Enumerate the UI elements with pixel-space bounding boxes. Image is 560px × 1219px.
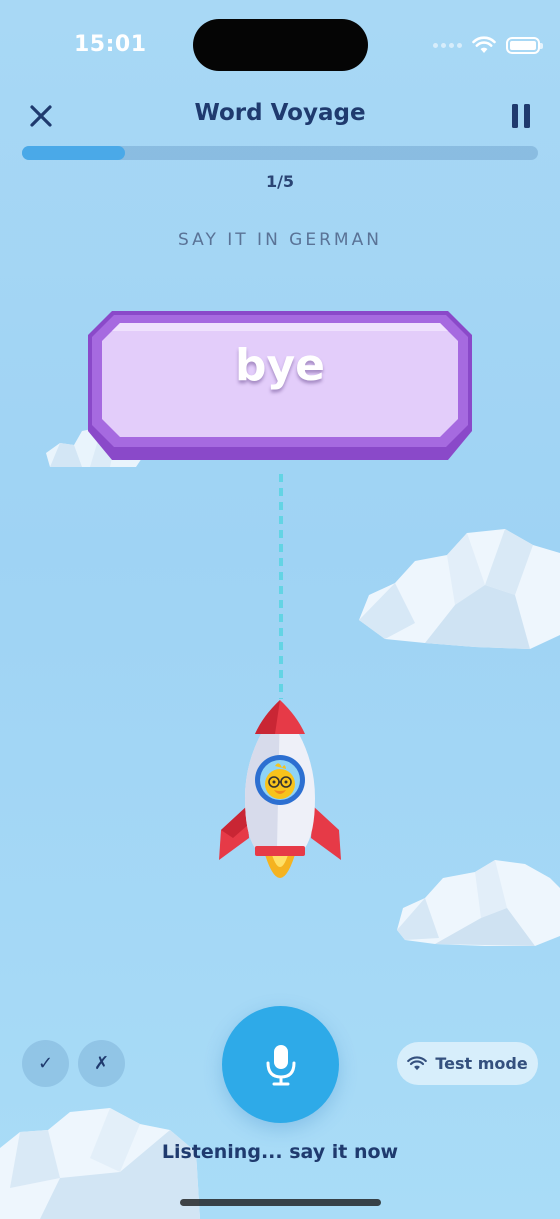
progress-label: 1/5 (265, 172, 295, 191)
test-mode-button[interactable]: Test mode (397, 1042, 538, 1085)
listening-status: Listening... say it now (161, 1141, 399, 1163)
microphone-icon (266, 1044, 295, 1085)
dynamic-island (193, 19, 368, 71)
target-word: bye (234, 340, 326, 391)
progress-fill (22, 146, 126, 160)
rocket (219, 700, 341, 878)
wifi-icon (407, 1056, 428, 1071)
status-icons (433, 36, 543, 54)
wifi-icon (472, 36, 496, 53)
mark-wrong-button[interactable]: ✗ (78, 1040, 125, 1087)
cloud-right-lower (397, 860, 560, 946)
status-time: 15:01 (74, 32, 147, 57)
microphone-button[interactable] (222, 1006, 339, 1123)
pause-icon (512, 104, 518, 128)
mark-correct-button[interactable]: ✓ (22, 1040, 69, 1087)
progress-bar (22, 146, 538, 160)
pause-button[interactable] (512, 104, 530, 128)
page-title: Word Voyage (194, 100, 366, 126)
trajectory-line (279, 474, 283, 699)
battery-icon (506, 36, 543, 54)
home-indicator (180, 1199, 381, 1206)
cloud-bottom-left (0, 1108, 200, 1219)
test-mode-label: Test mode (435, 1054, 528, 1073)
instruction-text: SAY IT IN GERMAN (178, 230, 382, 250)
cloud-right-upper (359, 529, 560, 649)
cellular-signal-icon (433, 42, 462, 48)
